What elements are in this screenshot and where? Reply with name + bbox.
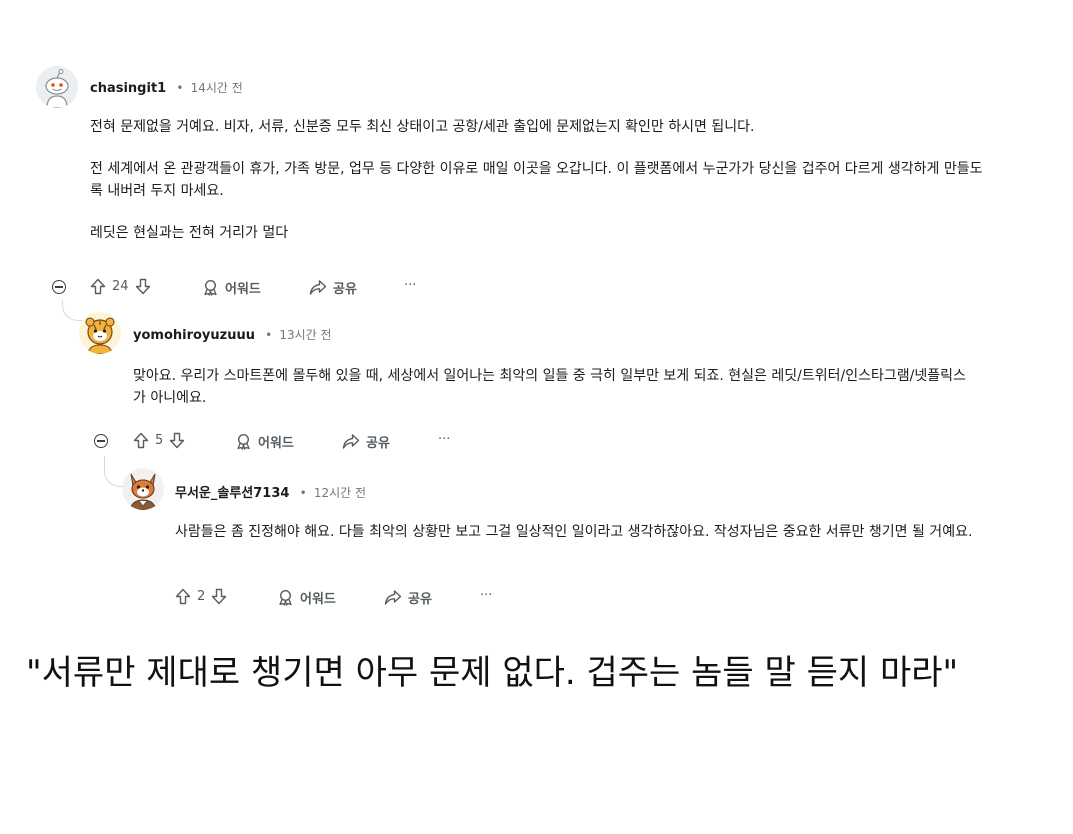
comment-body: 맞아요. 우리가 스마트폰에 몰두해 있을 때, 세상에서 일어나는 최악의 일… bbox=[133, 365, 975, 409]
share-label: 공유 bbox=[366, 436, 390, 451]
username[interactable]: chasingit1 bbox=[90, 81, 166, 96]
award-icon bbox=[279, 589, 292, 606]
avatar[interactable] bbox=[79, 312, 121, 354]
tiger-avatar-icon bbox=[79, 312, 121, 354]
comment-meta: chasingit1 • 14시간 전 bbox=[90, 79, 243, 96]
vote-group: 5 bbox=[133, 432, 185, 449]
fox-avatar-icon bbox=[122, 468, 164, 510]
comment-meta: yomohiroyuzuuu • 13시간 전 bbox=[133, 326, 332, 343]
more-options-label: ··· bbox=[480, 588, 493, 603]
share-button[interactable]: 공유 bbox=[384, 588, 432, 607]
upvote-icon[interactable] bbox=[175, 588, 191, 605]
award-icon bbox=[237, 433, 250, 450]
award-label: 어워드 bbox=[258, 436, 294, 451]
comment-actions: 2 어워드 공유 ··· bbox=[175, 588, 575, 608]
share-icon bbox=[342, 434, 360, 449]
avatar[interactable] bbox=[36, 66, 78, 108]
award-button[interactable]: 어워드 bbox=[202, 278, 261, 297]
share-label: 공유 bbox=[333, 282, 357, 297]
share-icon bbox=[309, 280, 327, 295]
upvote-icon[interactable] bbox=[133, 432, 149, 449]
share-button[interactable]: 공유 bbox=[309, 278, 357, 297]
meta-separator: • bbox=[265, 328, 273, 342]
comment-paragraph: 전 세계에서 온 관광객들이 휴가, 가족 방문, 업무 등 다양한 이유로 매… bbox=[90, 161, 983, 199]
comment-paragraph: 전혀 문제없을 거예요. 비자, 서류, 신분증 모두 최신 상태이고 공항/세… bbox=[90, 119, 755, 135]
upvote-icon[interactable] bbox=[90, 278, 106, 295]
timestamp[interactable]: 14시간 전 bbox=[191, 81, 243, 95]
meta-separator: • bbox=[176, 81, 184, 95]
collapse-icon[interactable] bbox=[52, 280, 66, 294]
vote-count: 24 bbox=[112, 279, 129, 294]
award-label: 어워드 bbox=[300, 592, 336, 607]
more-options-button[interactable]: ··· bbox=[404, 278, 416, 293]
more-options-label: ··· bbox=[438, 432, 451, 447]
meta-separator: • bbox=[299, 486, 307, 500]
comment-paragraph: 사람들은 좀 진정해야 해요. 다들 최악의 상황만 보고 그걸 일상적인 일이… bbox=[175, 524, 973, 540]
more-options-label: ··· bbox=[404, 278, 417, 293]
share-icon bbox=[384, 590, 402, 605]
downvote-icon[interactable] bbox=[169, 432, 185, 449]
username[interactable]: 무서운_솔루션7134 bbox=[175, 486, 289, 501]
collapse-icon[interactable] bbox=[94, 434, 108, 448]
vote-group: 2 bbox=[175, 588, 227, 605]
comment-actions: 24 어워드 공유 ··· bbox=[90, 278, 490, 298]
vote-count: 5 bbox=[155, 433, 164, 448]
comment-meta: 무서운_솔루션7134 • 12시간 전 bbox=[175, 482, 366, 501]
thread-line-level-1 bbox=[62, 300, 83, 321]
award-icon bbox=[204, 279, 217, 296]
timestamp[interactable]: 13시간 전 bbox=[279, 328, 331, 342]
more-options-button[interactable]: ··· bbox=[438, 432, 450, 447]
caption-text: "서류만 제대로 챙기면 아무 문제 없다. 겁주는 놈들 말 듣지 마라" bbox=[26, 653, 959, 693]
award-button[interactable]: 어워드 bbox=[277, 588, 336, 607]
snoo-avatar-icon bbox=[36, 66, 78, 108]
comment-actions: 5 어워드 공유 ··· bbox=[133, 432, 533, 452]
avatar[interactable] bbox=[122, 468, 164, 510]
comment-paragraph: 맞아요. 우리가 스마트폰에 몰두해 있을 때, 세상에서 일어나는 최악의 일… bbox=[133, 368, 966, 406]
share-button[interactable]: 공유 bbox=[342, 432, 390, 451]
vote-count: 2 bbox=[197, 589, 206, 604]
comment-body: 전혀 문제없을 거예요. 비자, 서류, 신분증 모두 최신 상태이고 공항/세… bbox=[90, 116, 990, 244]
timestamp[interactable]: 12시간 전 bbox=[314, 486, 366, 500]
vote-group: 24 bbox=[90, 278, 151, 295]
award-label: 어워드 bbox=[225, 282, 261, 297]
comment-body: 사람들은 좀 진정해야 해요. 다들 최악의 상황만 보고 그걸 일상적인 일이… bbox=[175, 521, 980, 543]
share-label: 공유 bbox=[408, 592, 432, 607]
award-button[interactable]: 어워드 bbox=[235, 432, 294, 451]
username[interactable]: yomohiroyuzuuu bbox=[133, 328, 255, 343]
downvote-icon[interactable] bbox=[135, 278, 151, 295]
more-options-button[interactable]: ··· bbox=[480, 588, 492, 603]
comment-paragraph: 레딧은 현실과는 전혀 거리가 멀다 bbox=[90, 225, 289, 241]
downvote-icon[interactable] bbox=[211, 588, 227, 605]
